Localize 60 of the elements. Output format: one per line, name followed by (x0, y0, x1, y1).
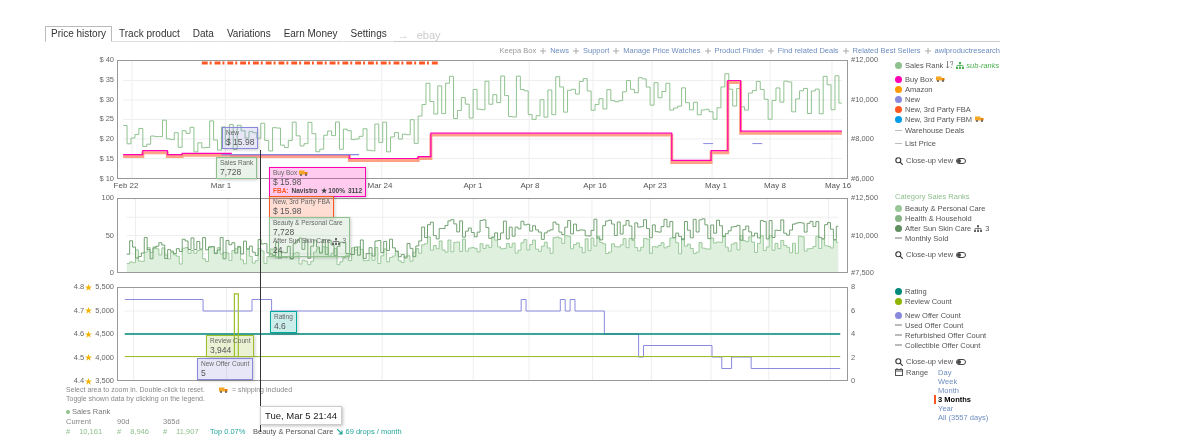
toggle-icon[interactable] (956, 358, 967, 365)
tab[interactable]: Price history (45, 26, 112, 42)
axis-label: Mar 24 (367, 181, 393, 190)
toggle-icon[interactable] (956, 157, 967, 164)
axis-label: May 16 (824, 181, 852, 190)
star-icon (85, 307, 93, 314)
search-icon (895, 250, 903, 259)
tooltip-value: 4.6 (274, 321, 287, 331)
arrow-glyph: → (396, 29, 410, 41)
axis-label: May 1 (705, 181, 727, 190)
trend-down-icon (337, 428, 344, 435)
dash-icon (895, 344, 902, 346)
hierarchy-icon (974, 224, 983, 232)
tab[interactable]: Variations (220, 26, 277, 42)
tab[interactable]: Settings (344, 26, 393, 42)
axis-label: Mar 1 (210, 181, 232, 190)
separator-icon (842, 47, 849, 54)
axis-label: Apr 23 (643, 181, 667, 190)
tab[interactable]: Track product (113, 26, 186, 42)
separator-icon (613, 47, 620, 54)
axis-label: Apr 16 (583, 181, 607, 190)
tooltip-value: $ 15.98 (273, 206, 303, 216)
search-icon (895, 357, 903, 366)
axis-label: Feb 22 (113, 181, 139, 190)
tooltip-value: $ 15.98 (226, 137, 255, 147)
search-icon (895, 156, 903, 165)
dash-icon (895, 334, 902, 336)
axis-label: Apr 1 (463, 181, 483, 190)
hierarchy-icon (956, 61, 965, 69)
star-icon (85, 377, 93, 385)
star-icon (85, 354, 93, 361)
dot-icon (66, 409, 70, 414)
separator-icon (924, 47, 931, 54)
tooltip-value: 7,728 (220, 167, 243, 177)
new-price-line (702, 143, 763, 145)
tooltip-value: 5 (201, 368, 207, 378)
separator-icon (767, 47, 774, 54)
separator-icon (572, 47, 579, 54)
dash-icon (895, 142, 902, 145)
axis-label: Apr 8 (520, 181, 540, 190)
tab[interactable]: Data (186, 26, 220, 42)
star-icon (85, 283, 93, 291)
toggle-icon[interactable] (956, 251, 967, 258)
time-label: Tue, Mar 5 21:44 (260, 406, 342, 425)
tab[interactable]: Earn Money (277, 26, 344, 42)
tooltip-value: 7,728 (273, 227, 296, 237)
dash-icon (895, 237, 902, 239)
tooltip-value: 3,944 (210, 345, 233, 355)
separator-icon (540, 47, 547, 54)
truck-icon (218, 386, 228, 393)
calendar-icon (895, 368, 903, 376)
dash-icon (895, 129, 902, 132)
sort-icon[interactable] (946, 61, 954, 69)
axis-label: May 8 (764, 181, 786, 190)
star-icon (85, 330, 93, 338)
tooltip-value: 24 (273, 245, 284, 255)
dash-icon (895, 324, 902, 326)
tooltip-value: $ 15.98 (273, 177, 303, 187)
hierarchy-icon (332, 237, 341, 245)
separator-icon (704, 47, 711, 54)
